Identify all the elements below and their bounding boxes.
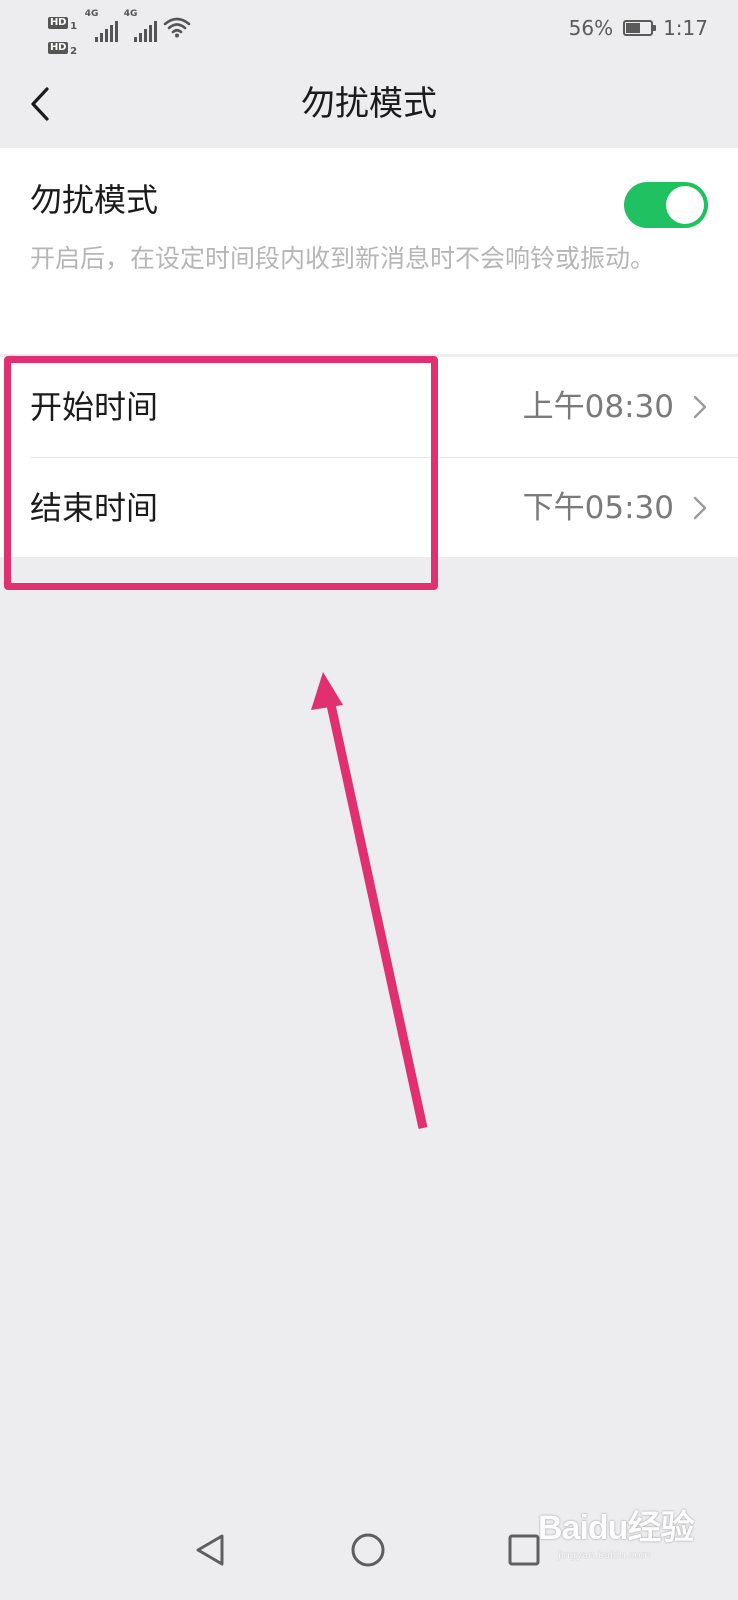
network-1-label: 4G [84, 9, 99, 19]
start-time-value: 上午08:30 [522, 389, 674, 425]
wifi-icon [163, 10, 191, 42]
hd2-icon: HD 2 [48, 42, 77, 58]
baidu-watermark: Baidu经验 jingyan.baidu.com [538, 1502, 698, 1568]
hd-indicators: HD 1 HD 2 [48, 10, 79, 58]
status-left-icons: HD 1 HD 2 4G 4G [48, 10, 191, 58]
signal-2-icon: 4G [124, 10, 157, 42]
nav-home-button[interactable] [338, 1520, 398, 1580]
battery-icon [623, 20, 657, 36]
battery-percent: 56% [568, 16, 614, 40]
circle-home-icon [351, 1533, 385, 1567]
hd1-icon: HD 1 [48, 17, 77, 33]
watermark-brand: Baidu经验 [538, 1509, 694, 1547]
chevron-right-icon [693, 395, 707, 419]
chevron-right-icon [693, 496, 707, 520]
triangle-back-icon [196, 1534, 224, 1566]
watermark-url: jingyan.baidu.com [558, 1550, 651, 1561]
page-title: 勿扰模式 [301, 84, 437, 124]
nav-header: 勿扰模式 [0, 62, 738, 146]
square-recent-icon [508, 1534, 540, 1566]
signal-1-icon: 4G [85, 10, 118, 42]
nav-back-button[interactable] [180, 1520, 240, 1580]
status-bar: HD 1 HD 2 4G 4G 56% 1:17 [0, 0, 738, 62]
network-2-label: 4G [123, 9, 138, 19]
status-right: 56% 1:17 [569, 16, 708, 40]
toggle-knob [666, 186, 704, 224]
annotation-highlight-box [4, 356, 438, 590]
end-time-value: 下午05:30 [522, 490, 674, 526]
clock: 1:17 [663, 16, 708, 40]
dnd-label: 勿扰模式 [30, 181, 159, 219]
dnd-toggle[interactable] [624, 182, 708, 228]
dnd-description: 开启后，在设定时间段内收到新消息时不会响铃或振动。 [30, 244, 656, 273]
dnd-card: 勿扰模式 开启后，在设定时间段内收到新消息时不会响铃或振动。 [0, 148, 738, 354]
